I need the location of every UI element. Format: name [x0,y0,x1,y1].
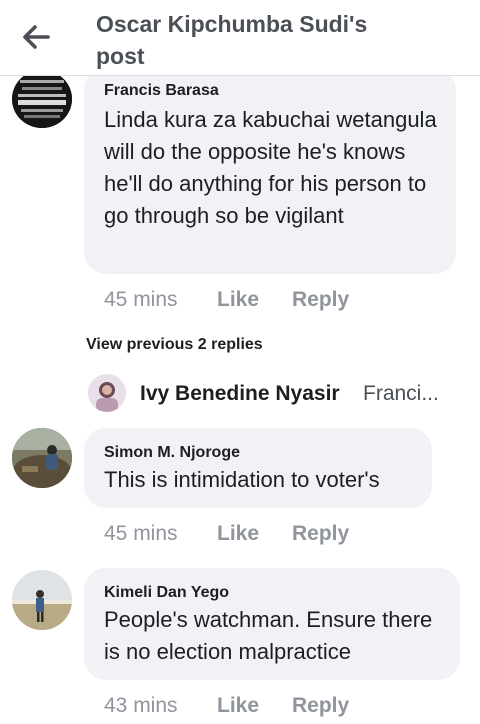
comment-meta: 43 mins Like Reply [104,694,454,720]
avatar-image [88,374,126,412]
reply-preview[interactable]: Ivy Benedine Nyasir Franci... [88,374,468,412]
comment-text: People's watchman. Ensure there is no el… [104,607,433,664]
avatar-image [12,70,72,128]
comment-bubble: Francis Barasa Linda kura za kabuchai we… [84,68,456,274]
comment-bubble: Kimeli Dan Yego People's watchman. Ensur… [84,568,460,680]
comment-author[interactable]: Francis Barasa [104,82,219,100]
like-button[interactable]: Like [217,288,259,312]
reply-button[interactable]: Reply [292,694,349,718]
comment-text: This is intimidation to voter's [104,467,380,492]
reply-author[interactable]: Ivy Benedine Nyasir [140,382,340,406]
comment-meta: 45 mins Like Reply [104,522,454,548]
comment-time: 43 mins [104,694,178,717]
like-button[interactable]: Like [217,522,259,546]
comment-bubble: Simon M. Njoroge This is intimidation to… [84,428,432,508]
app-header: Oscar Kipchumba Sudi's post [0,0,480,76]
avatar[interactable] [12,428,72,488]
comment-author[interactable]: Simon M. Njoroge [104,444,240,462]
back-button[interactable] [18,22,54,52]
view-previous-replies-link[interactable]: View previous 2 replies [86,336,263,354]
reply-preview-text: Franci... [363,382,439,405]
page-title: Oscar Kipchumba Sudi's post [96,11,368,69]
avatar [88,374,126,412]
avatar[interactable] [12,70,72,128]
like-button[interactable]: Like [217,694,259,718]
avatar-image [12,570,72,630]
avatar-image [12,428,72,488]
reply-button[interactable]: Reply [292,522,349,546]
comment-time: 45 mins [104,522,178,545]
avatar[interactable] [12,570,72,630]
comment-time: 45 mins [104,288,178,311]
comment-meta: 45 mins Like Reply [104,288,454,314]
arrow-left-icon [23,25,50,49]
comment-author[interactable]: Kimeli Dan Yego [104,584,229,602]
comment-text: Linda kura za kabuchai wetangula will do… [104,107,437,228]
reply-button[interactable]: Reply [292,288,349,312]
